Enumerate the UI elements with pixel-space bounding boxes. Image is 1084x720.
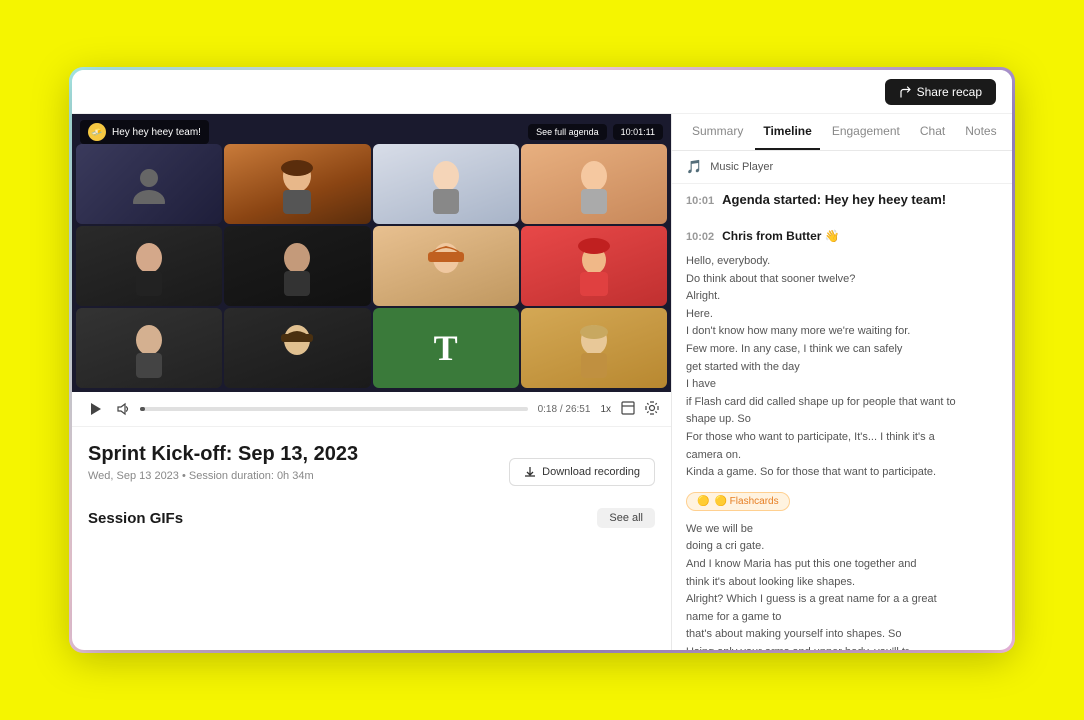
- participant-cell-6: [224, 226, 370, 306]
- participant-cell-10: [224, 308, 370, 388]
- tabs-bar: Summary Timeline Engagement Chat Notes R…: [672, 114, 1012, 151]
- music-icon: 🎵: [686, 159, 702, 175]
- video-grid: T: [72, 114, 671, 392]
- play-button[interactable]: [84, 398, 106, 420]
- participant-cell-12: [521, 308, 667, 388]
- timer-badge: 10:01:11: [613, 124, 663, 140]
- download-recording-button[interactable]: Download recording: [509, 458, 655, 486]
- progress-fill: [140, 407, 145, 411]
- share-icon: [899, 86, 911, 98]
- top-bar: Share recap: [72, 70, 1012, 114]
- app-outer-border: Share recap 🧈 Hey hey heey team! See ful…: [69, 67, 1015, 653]
- music-player-bar[interactable]: 🎵 Music Player: [672, 151, 1012, 184]
- speaker-name: Chris from Butter 👋: [722, 229, 840, 243]
- speaker-row: 10:02 Chris from Butter 👋: [686, 229, 998, 247]
- time-1002: 10:02: [686, 231, 714, 243]
- session-gifs-header: Session GIFs See all: [88, 508, 655, 528]
- tab-resources[interactable]: Resources: [1009, 114, 1012, 150]
- volume-button[interactable]: [116, 402, 130, 416]
- session-title: Sprint Kick-off: Sep 13, 2023: [88, 443, 358, 466]
- timeline-content: 🎵 Music Player 10:01 Agenda started: Hey…: [672, 151, 1012, 650]
- participant-cell-5: [76, 226, 222, 306]
- speaker-transcript: Hello, everybody. Do think about that so…: [686, 253, 998, 482]
- flashcard-row: 🟡 🟡 Flashcards: [686, 488, 998, 515]
- t-letter: T: [434, 327, 458, 369]
- video-toolbar-top: 🧈 Hey hey heey team! See full agenda 10:…: [80, 120, 663, 144]
- progress-bar[interactable]: [140, 407, 528, 411]
- session-meta: Wed, Sep 13 2023 • Session duration: 0h …: [88, 470, 358, 482]
- timeline-heading-row: 10:01 Agenda started: Hey hey heey team!: [686, 192, 998, 213]
- timeline-entry-2: 10:02 Chris from Butter 👋 Hello, everybo…: [672, 221, 1012, 650]
- avatar-1: [76, 144, 222, 224]
- music-player-label: Music Player: [710, 161, 773, 173]
- agenda-heading: Agenda started: Hey hey heey team!: [722, 192, 946, 207]
- participant-cell-9: [76, 308, 222, 388]
- left-panel: 🧈 Hey hey heey team! See full agenda 10:…: [72, 114, 672, 650]
- main-content: 🧈 Hey hey heey team! See full agenda 10:…: [72, 114, 1012, 650]
- tab-timeline[interactable]: Timeline: [755, 114, 819, 150]
- participant-cell-7: [373, 226, 519, 306]
- participant-cell-3: [373, 144, 519, 224]
- fullscreen-button[interactable]: [621, 401, 635, 418]
- participant-cell-4: [521, 144, 667, 224]
- app-window: Share recap 🧈 Hey hey heey team! See ful…: [72, 70, 1012, 650]
- time-display: 0:18 / 26:51: [538, 404, 591, 415]
- share-recap-button[interactable]: Share recap: [885, 79, 996, 105]
- tab-chat[interactable]: Chat: [912, 114, 953, 150]
- time-1001: 10:01: [686, 195, 714, 207]
- participant-cell-11: T: [373, 308, 519, 388]
- tab-notes[interactable]: Notes: [957, 114, 1004, 150]
- speed-button[interactable]: 1x: [600, 404, 611, 415]
- participant-cell-8: [521, 226, 667, 306]
- tab-summary[interactable]: Summary: [684, 114, 751, 150]
- right-panel: Summary Timeline Engagement Chat Notes R…: [672, 114, 1012, 650]
- flashcard-label: 🟡 Flashcards: [714, 496, 778, 507]
- session-info: Sprint Kick-off: Sep 13, 2023 Wed, Sep 1…: [72, 427, 671, 650]
- settings-button[interactable]: [645, 401, 659, 418]
- flashcard-badge[interactable]: 🟡 🟡 Flashcards: [686, 492, 790, 511]
- session-meta-row: Sprint Kick-off: Sep 13, 2023 Wed, Sep 1…: [88, 443, 655, 496]
- speaker-transcript-2: We we will be doing a cri gate. And I kn…: [686, 521, 998, 650]
- flashcard-icon: 🟡: [697, 496, 709, 507]
- video-grid-container: 🧈 Hey hey heey team! See full agenda 10:…: [72, 114, 671, 392]
- butter-logo: 🧈: [88, 123, 106, 141]
- tab-engagement[interactable]: Engagement: [824, 114, 908, 150]
- participant-cell-1: [76, 144, 222, 224]
- participant-cell-2: [224, 144, 370, 224]
- session-title-badge: 🧈 Hey hey heey team!: [80, 120, 209, 144]
- timeline-entry-1: 10:01 Agenda started: Hey hey heey team!: [672, 184, 1012, 221]
- full-agenda-button[interactable]: See full agenda: [528, 124, 607, 140]
- video-controls: 0:18 / 26:51 1x: [72, 392, 671, 427]
- see-all-button[interactable]: See all: [597, 508, 655, 528]
- session-gifs-title: Session GIFs: [88, 510, 183, 527]
